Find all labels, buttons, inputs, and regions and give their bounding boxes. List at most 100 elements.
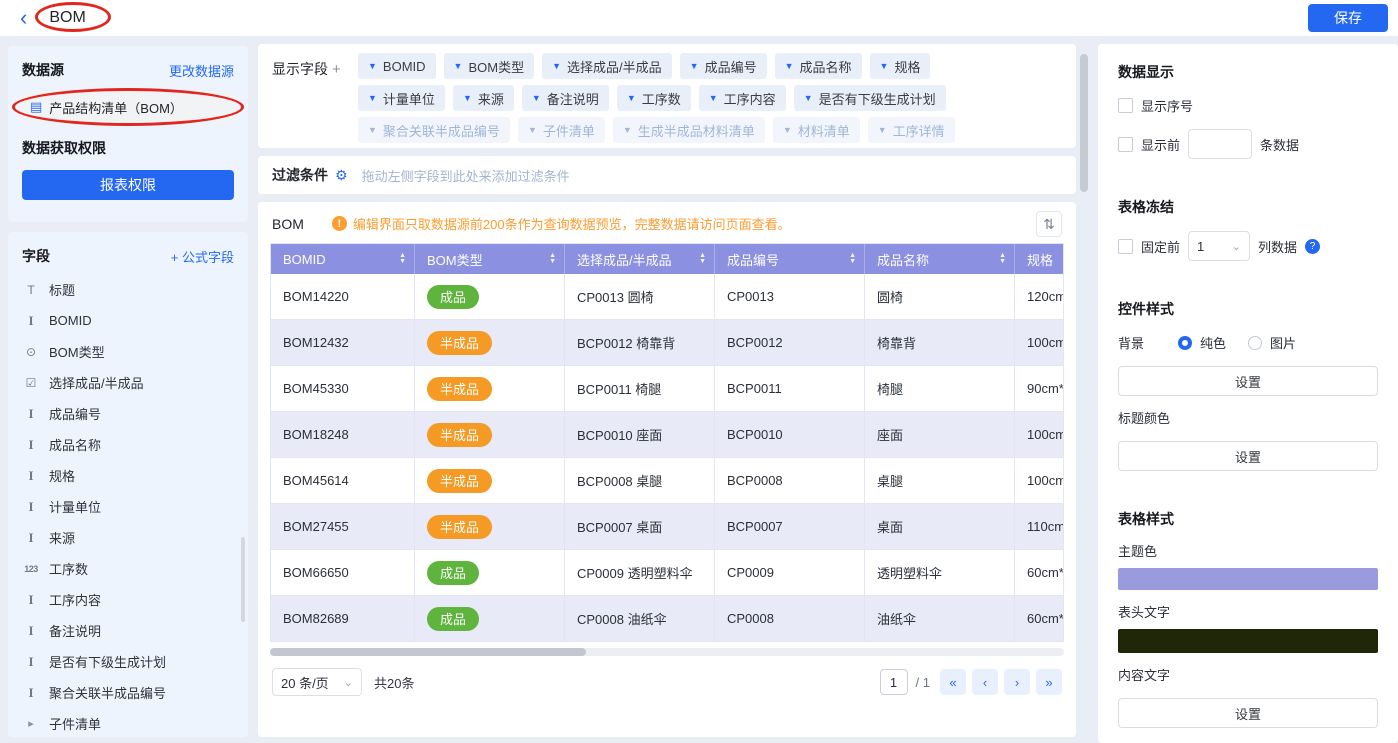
title-color-set-button[interactable]: 设置 (1118, 441, 1378, 471)
field-item[interactable]: ▸ 子件清单 (22, 708, 234, 739)
chevron-down-icon: ⌄ (1232, 240, 1241, 253)
title-color-label: 标题颜色 (1118, 408, 1378, 427)
table-header-cell[interactable]: BOMID ▲▼ (271, 244, 415, 274)
field-chip[interactable]: ▼ BOM类型 (444, 53, 535, 79)
gear-icon[interactable]: ⚙ (335, 167, 348, 184)
field-item[interactable]: I BOMID (22, 305, 234, 336)
show-first-count-input[interactable] (1188, 129, 1252, 159)
field-chip-inactive[interactable]: ▼ 材料清单 (773, 117, 860, 143)
table-header-cell[interactable]: BOM类型 ▲▼ (415, 244, 565, 274)
cell-select-product: CP0013 圆椅 (565, 274, 715, 320)
sort-arrows-icon[interactable]: ▲▼ (699, 253, 706, 265)
field-chip[interactable]: ▼ 规格 (870, 53, 931, 79)
freeze-columns-checkbox[interactable] (1118, 239, 1133, 254)
next-page-button[interactable]: › (1004, 669, 1030, 695)
table-row: BOM12432 半成品 BCP0012 椅靠背 BCP0012 椅靠背 100… (271, 320, 1064, 366)
fields-scrollbar-thumb[interactable] (241, 537, 245, 622)
field-chip[interactable]: ▼ 计量单位 (358, 85, 445, 111)
report-permission-button[interactable]: 报表权限 (22, 170, 234, 200)
selected-datasource[interactable]: ▤ 产品结构清单（BOM） (22, 92, 234, 122)
field-chip-inactive[interactable]: ▼ 生成半成品材料清单 (613, 117, 765, 143)
sort-arrows-icon[interactable]: ▲▼ (399, 253, 406, 265)
save-button[interactable]: 保存 (1308, 4, 1388, 32)
help-icon[interactable]: ? (1305, 239, 1320, 254)
sort-arrows-icon[interactable]: ▲▼ (849, 253, 856, 265)
cell-select-product: BCP0012 椅靠背 (565, 320, 715, 366)
cell-spec: 90cm*9 (1015, 366, 1064, 412)
cell-bomid: BOM82689 (271, 596, 415, 642)
table-header-cell[interactable]: 选择成品/半成品 ▲▼ (565, 244, 715, 274)
formula-field-link[interactable]: + 公式字段 (171, 247, 234, 266)
field-type-icon: I (22, 313, 40, 329)
datasource-panel: 数据源 更改数据源 ▤ 产品结构清单（BOM） 数据获取权限 报表权限 (8, 46, 248, 222)
table-freeze-heading: 表格冻结 (1118, 197, 1378, 217)
field-chip[interactable]: ▼ 来源 (453, 85, 514, 111)
field-item[interactable]: I 工序内容 (22, 584, 234, 615)
field-chip[interactable]: ▼ 是否有下级生成计划 (794, 85, 946, 111)
cell-spec: 100cm* (1015, 320, 1064, 366)
field-chip[interactable]: ▼ 选择成品/半成品 (542, 53, 672, 79)
field-chip-inactive[interactable]: ▼ 工序详情 (868, 117, 955, 143)
solid-color-radio[interactable] (1178, 336, 1192, 350)
field-chip[interactable]: ▼ 备注说明 (522, 85, 609, 111)
theme-color-label: 主题色 (1118, 541, 1378, 560)
cell-bom-type: 成品 (415, 596, 565, 642)
field-chip[interactable]: ▼ 成品名称 (775, 53, 862, 79)
add-field-icon[interactable]: + (332, 61, 341, 78)
type-badge: 半成品 (427, 423, 492, 447)
chevron-down-icon: ▼ (623, 125, 632, 135)
display-fields-heading: 显示字段+ (272, 53, 358, 139)
table-header-cell[interactable]: 成品编号 ▲▼ (715, 244, 865, 274)
field-item[interactable]: I 成品编号 (22, 398, 234, 429)
chip-label: 选择成品/半成品 (567, 57, 662, 76)
sort-arrows-icon[interactable]: ▲▼ (549, 253, 556, 265)
content-text-label: 内容文字 (1118, 665, 1378, 684)
field-chip[interactable]: ▼ BOMID (358, 53, 436, 79)
field-chip-inactive[interactable]: ▼ 聚合关联半成品编号 (358, 117, 510, 143)
show-index-checkbox[interactable] (1118, 98, 1133, 113)
field-chip-inactive[interactable]: ▼ 子件清单 (518, 117, 605, 143)
prev-page-button[interactable]: ‹ (972, 669, 998, 695)
field-item[interactable]: ☑ 选择成品/半成品 (22, 367, 234, 398)
table-horizontal-scrollbar[interactable] (270, 648, 1064, 656)
main-vertical-scrollbar[interactable] (1080, 48, 1088, 737)
field-item[interactable]: I 计量单位 (22, 491, 234, 522)
page-number-input[interactable] (880, 669, 908, 695)
chip-label: 生成半成品材料清单 (638, 121, 755, 140)
field-type-icon: ⊙ (22, 345, 40, 359)
background-set-button[interactable]: 设置 (1118, 366, 1378, 396)
chevron-down-icon: ▼ (878, 125, 887, 135)
page-size-select[interactable]: 20 条/页 ⌄ (272, 668, 362, 696)
change-datasource-link[interactable]: 更改数据源 (169, 61, 234, 80)
field-chip[interactable]: ▼ 工序内容 (699, 85, 786, 111)
field-item[interactable]: I 聚合关联半成品编号 (22, 677, 234, 708)
table-header-cell[interactable]: 成品名称 ▲▼ (865, 244, 1015, 274)
field-item[interactable]: I 备注说明 (22, 615, 234, 646)
first-page-button[interactable]: « (940, 669, 966, 695)
content-text-set-button[interactable]: 设置 (1118, 698, 1378, 728)
table-header-cell[interactable]: 规格 ▲▼ (1015, 244, 1064, 274)
header-text-color-swatch[interactable] (1118, 629, 1378, 653)
sort-arrows-icon[interactable]: ▲▼ (999, 253, 1006, 265)
image-radio[interactable] (1248, 336, 1262, 350)
freeze-count-select[interactable]: 1 ⌄ (1188, 231, 1250, 261)
filter-panel[interactable]: 过滤条件 ⚙ 拖动左侧字段到此处来添加过滤条件 (258, 156, 1076, 194)
field-item[interactable]: ⊙ BOM类型 (22, 336, 234, 367)
back-icon[interactable]: ‹ (20, 7, 27, 29)
field-item[interactable]: I 成品名称 (22, 429, 234, 460)
theme-color-swatch[interactable] (1118, 568, 1378, 590)
field-chip[interactable]: ▼ 工序数 (617, 85, 691, 111)
cell-bomid: BOM14220 (271, 274, 415, 320)
field-item[interactable]: I 规格 (22, 460, 234, 491)
field-chip[interactable]: ▼ 成品编号 (680, 53, 767, 79)
sort-order-button[interactable]: ⇅ (1036, 211, 1062, 237)
field-item[interactable]: T 标题 (22, 274, 234, 305)
field-item[interactable]: I 来源 (22, 522, 234, 553)
field-item[interactable]: 123 工序数 (22, 553, 234, 584)
horizontal-scrollbar-thumb[interactable] (270, 648, 586, 656)
field-label: 来源 (49, 528, 75, 547)
last-page-button[interactable]: » (1036, 669, 1062, 695)
field-item[interactable]: I 是否有下级生成计划 (22, 646, 234, 677)
show-first-checkbox[interactable] (1118, 137, 1133, 152)
vertical-scrollbar-thumb[interactable] (1080, 54, 1088, 192)
